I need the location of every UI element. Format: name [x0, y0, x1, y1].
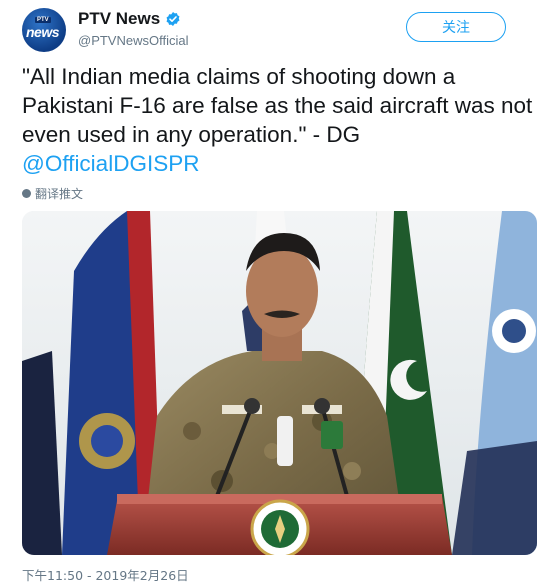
verified-badge-icon — [166, 12, 180, 26]
translate-label: 翻译推文 — [35, 187, 84, 201]
press-conference-photo — [22, 211, 537, 555]
globe-icon — [22, 189, 31, 198]
avatar[interactable]: PTV news — [22, 8, 66, 52]
mention-link[interactable]: @OfficialDGISPR — [22, 151, 199, 176]
avatar-logo-text: PTV — [35, 17, 51, 23]
translate-tweet-link[interactable]: 翻译推文 — [22, 185, 83, 202]
follow-button[interactable]: 关注 — [406, 12, 506, 42]
avatar-logo-wordmark: news — [26, 24, 60, 40]
tweet-text: "All Indian media claims of shooting dow… — [22, 62, 537, 178]
tweet-body: "All Indian media claims of shooting dow… — [22, 64, 533, 147]
tweet-timestamp[interactable]: 下午11:50 - 2019年2月26日 — [22, 565, 189, 584]
display-name[interactable]: PTV News — [78, 9, 181, 29]
display-name-text: PTV News — [78, 9, 161, 28]
tweet-photo[interactable] — [22, 211, 537, 555]
account-handle[interactable]: @PTVNewsOfficial — [78, 33, 188, 48]
